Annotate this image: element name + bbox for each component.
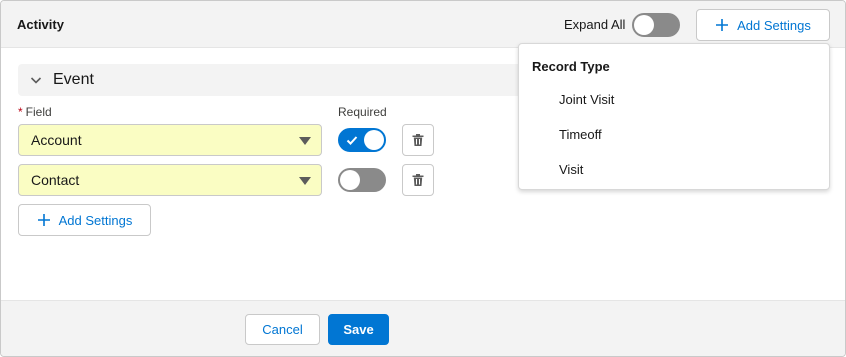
save-button[interactable]: Save (328, 314, 389, 345)
add-settings-dropdown: Record Type Joint Visit Timeoff Visit (518, 43, 830, 190)
dropdown-heading: Record Type (532, 59, 610, 74)
card-header: Activity Expand All Add Settings (1, 1, 845, 48)
expand-all-toggle[interactable] (632, 13, 680, 37)
dropdown-item-joint-visit[interactable]: Joint Visit (559, 92, 614, 107)
caret-down-icon (299, 137, 311, 145)
expand-all-label: Expand All (564, 17, 626, 32)
field-select-value: Account (31, 132, 82, 148)
section-add-settings-button[interactable]: Add Settings (18, 204, 151, 236)
delete-button-contact[interactable] (402, 164, 434, 196)
section-title: Event (53, 71, 94, 88)
required-asterisk: * (18, 105, 23, 119)
activity-card: Activity Expand All Add Settings Event *… (0, 0, 846, 357)
cancel-button[interactable]: Cancel (245, 314, 320, 345)
header-add-settings-label: Add Settings (737, 17, 811, 33)
trash-icon (412, 134, 424, 146)
card-title: Activity (17, 17, 64, 32)
toggle-knob (364, 130, 384, 150)
trash-icon (412, 174, 424, 186)
field-label-text: Field (25, 105, 52, 119)
field-select-contact[interactable]: Contact (18, 164, 322, 196)
dropdown-item-timeoff[interactable]: Timeoff (559, 127, 602, 142)
plus-icon (37, 214, 50, 226)
dropdown-item-visit[interactable]: Visit (559, 162, 583, 177)
toggle-knob (634, 15, 654, 35)
chevron-down-icon (30, 77, 42, 84)
delete-button-account[interactable] (402, 124, 434, 156)
check-icon (346, 136, 358, 145)
field-select-value: Contact (31, 172, 80, 188)
caret-down-icon (299, 177, 311, 185)
section-add-settings-label: Add Settings (58, 212, 133, 228)
card-footer: Cancel Save (1, 300, 845, 356)
field-select-account[interactable]: Account (18, 124, 322, 156)
field-column-label: * Field (18, 105, 52, 119)
plus-icon (716, 19, 729, 31)
required-toggle-account[interactable] (338, 128, 386, 152)
header-add-settings-button[interactable]: Add Settings (696, 9, 830, 41)
toggle-knob (340, 170, 360, 190)
required-toggle-contact[interactable] (338, 168, 386, 192)
required-column-label: Required (338, 105, 387, 119)
